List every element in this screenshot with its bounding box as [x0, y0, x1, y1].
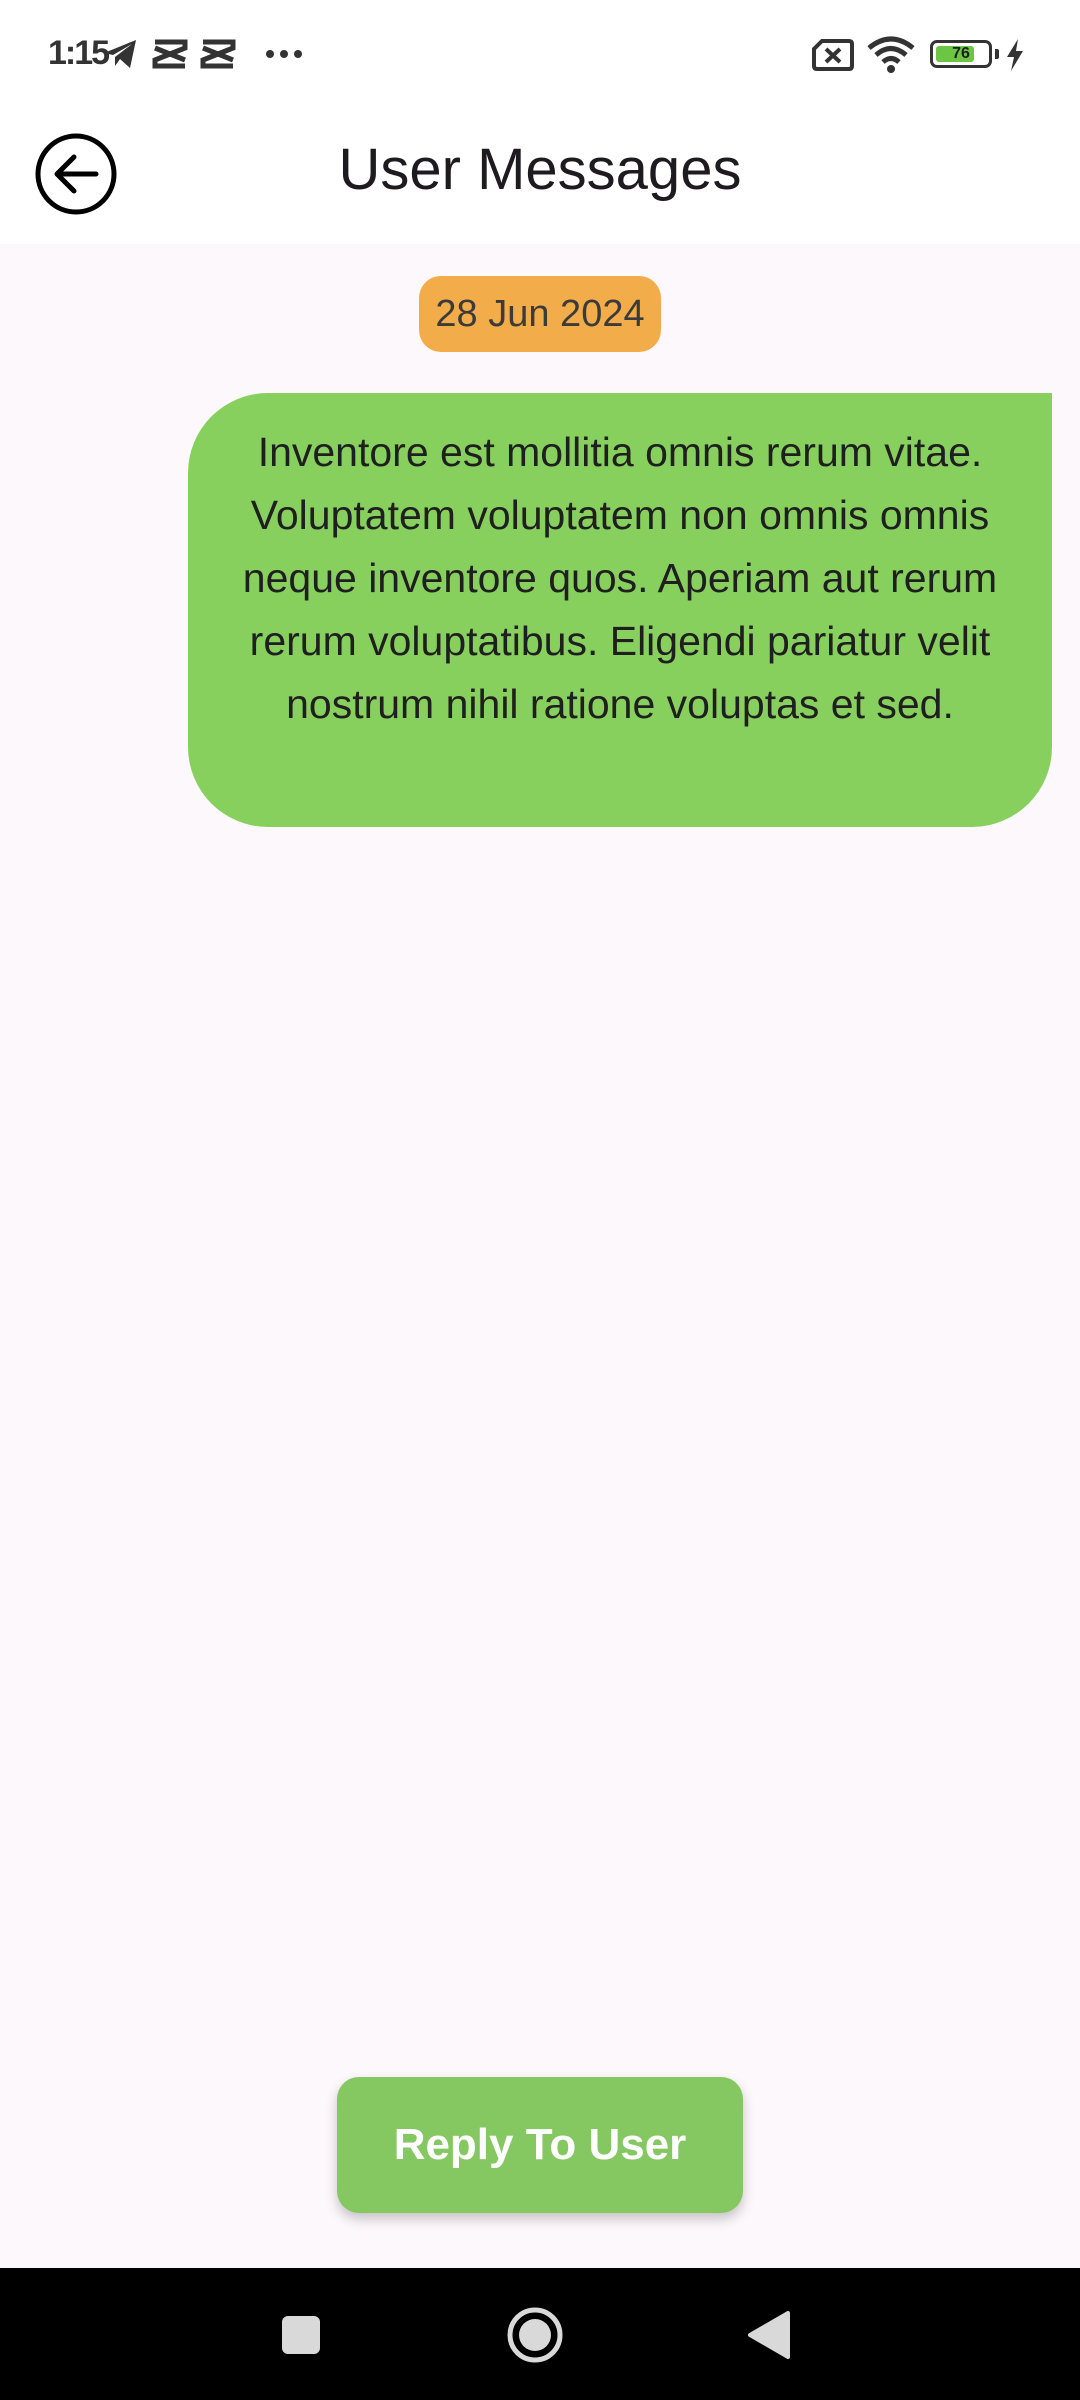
- status-time: 1:15: [48, 34, 110, 72]
- date-chip: 28 Jun 2024: [419, 276, 661, 352]
- recents-square-icon[interactable]: [280, 2314, 322, 2356]
- capcut-icon: [200, 39, 236, 69]
- status-bar: 1:15 76: [0, 0, 1080, 108]
- battery-nub: [995, 49, 999, 59]
- reply-to-user-button[interactable]: Reply To User: [337, 2077, 743, 2213]
- no-sim-icon: [812, 39, 854, 71]
- wifi-icon: [867, 36, 915, 73]
- page-title: User Messages: [338, 137, 742, 202]
- navigation-bar: [0, 2268, 1080, 2400]
- battery-icon: 76: [930, 40, 992, 68]
- app-bar: User Messages: [0, 108, 1080, 244]
- message-bubble: Inventore est mollitia omnis rerum vitae…: [188, 393, 1052, 827]
- telegram-icon: [104, 40, 136, 68]
- capcut-icon: [152, 39, 188, 69]
- more-dots-icon: [266, 50, 302, 58]
- charging-icon: [1007, 39, 1023, 71]
- battery-level-text: 76: [952, 45, 970, 62]
- home-circle-icon[interactable]: [506, 2306, 564, 2364]
- back-triangle-icon[interactable]: [746, 2310, 792, 2360]
